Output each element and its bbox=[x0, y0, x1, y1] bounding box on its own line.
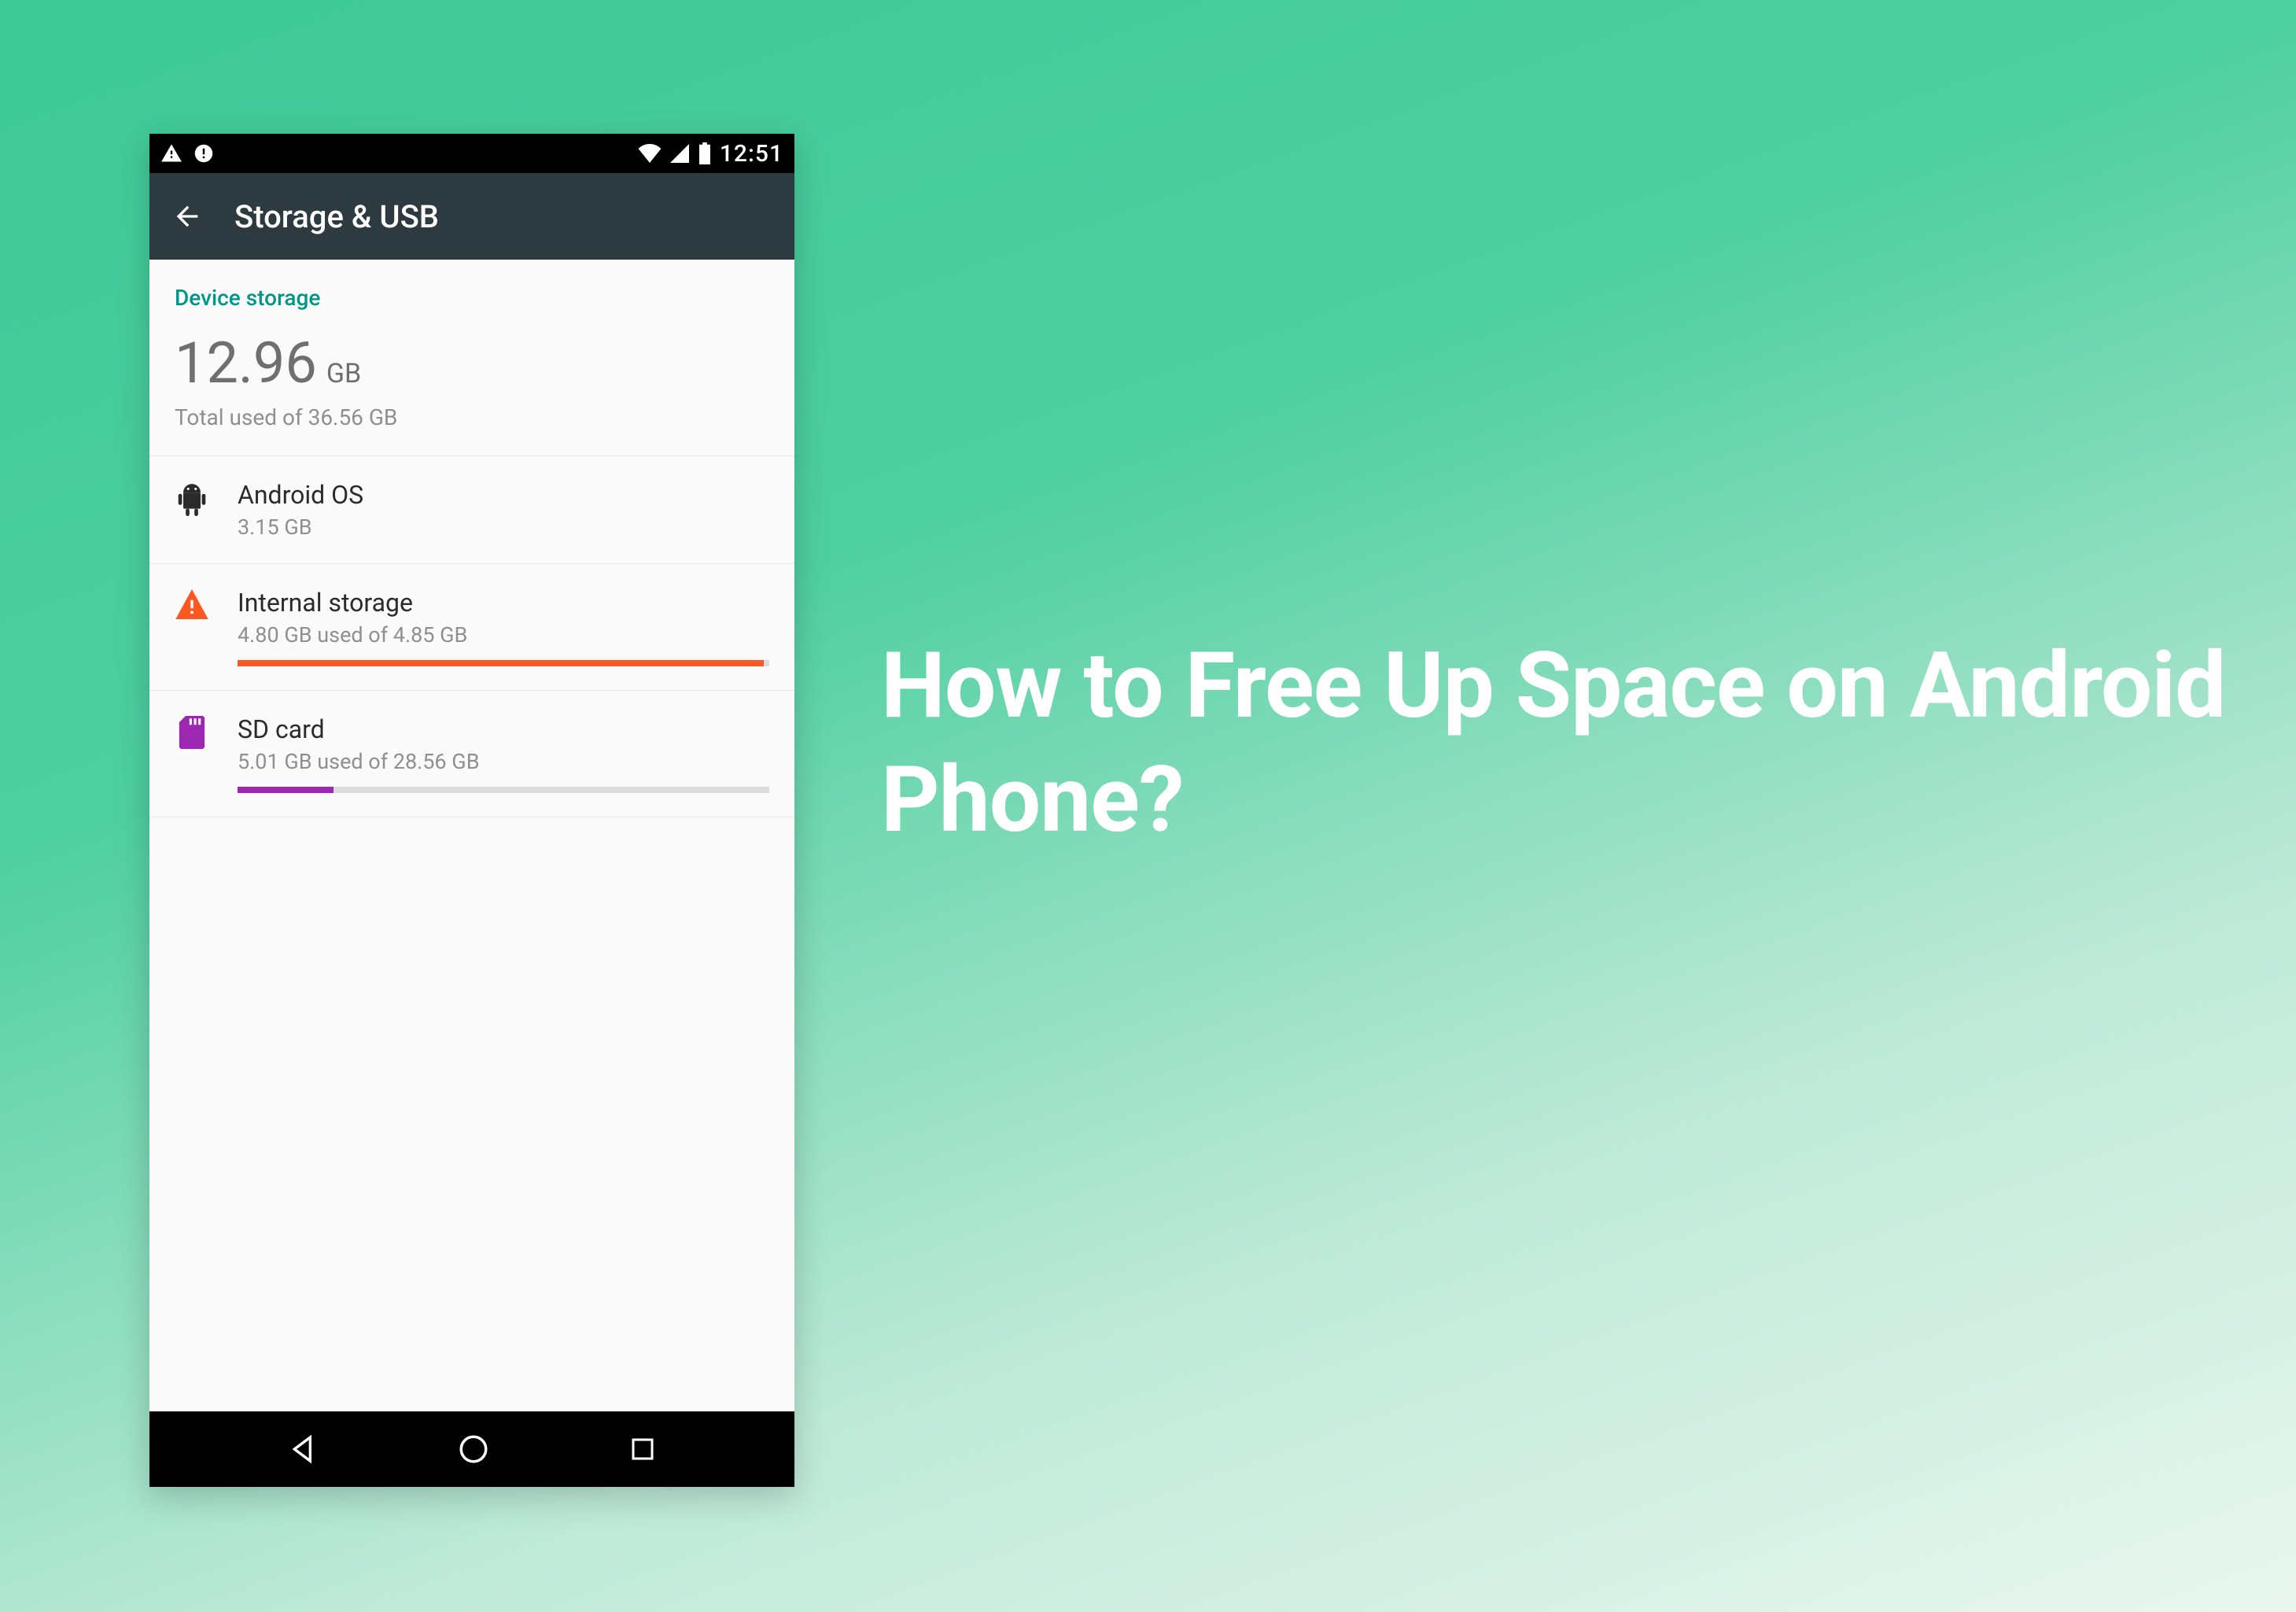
clock-text: 12:51 bbox=[720, 140, 783, 168]
nav-home-icon[interactable] bbox=[457, 1433, 490, 1466]
section-label: Device storage bbox=[149, 260, 794, 311]
nav-recent-icon[interactable] bbox=[628, 1435, 657, 1463]
app-bar-title: Storage & USB bbox=[234, 198, 439, 235]
phone-frame: 12:51 Storage & USB Device storage 12.96… bbox=[149, 134, 794, 1487]
nav-bar bbox=[149, 1411, 794, 1487]
progress-bar bbox=[238, 787, 769, 793]
row-title: Internal storage bbox=[238, 588, 769, 618]
warning-triangle-icon bbox=[175, 588, 209, 619]
row-title: Android OS bbox=[238, 480, 769, 510]
page-headline: How to Free Up Space on Android Phone? bbox=[881, 629, 2296, 858]
row-subtitle: 4.80 GB used of 4.85 GB bbox=[238, 622, 769, 647]
status-bar: 12:51 bbox=[149, 134, 794, 173]
row-subtitle: 3.15 GB bbox=[238, 515, 769, 540]
progress-bar bbox=[238, 660, 769, 666]
android-icon bbox=[175, 480, 209, 516]
summary-subtitle: Total used of 36.56 GB bbox=[175, 404, 769, 430]
back-arrow-icon[interactable] bbox=[171, 201, 203, 232]
row-android-os[interactable]: Android OS 3.15 GB bbox=[149, 456, 794, 564]
storage-summary-row[interactable]: 12.96 GB Total used of 36.56 GB bbox=[149, 311, 794, 456]
nav-back-icon[interactable] bbox=[288, 1433, 319, 1465]
app-bar: Storage & USB bbox=[149, 173, 794, 260]
cell-signal-icon bbox=[669, 144, 690, 163]
row-sd-card[interactable]: SD card 5.01 GB used of 28.56 GB bbox=[149, 691, 794, 817]
sd-card-icon bbox=[175, 714, 209, 749]
row-title: SD card bbox=[238, 714, 769, 744]
wifi-icon bbox=[638, 144, 662, 163]
warning-icon bbox=[160, 142, 182, 164]
progress-fill bbox=[238, 660, 764, 666]
row-internal-storage[interactable]: Internal storage 4.80 GB used of 4.85 GB bbox=[149, 564, 794, 691]
row-subtitle: 5.01 GB used of 28.56 GB bbox=[238, 749, 769, 774]
summary-value: 12.96 bbox=[175, 330, 317, 397]
battery-icon bbox=[698, 142, 712, 164]
content-area: Device storage 12.96 GB Total used of 36… bbox=[149, 260, 794, 1411]
summary-unit: GB bbox=[326, 358, 361, 389]
sync-problem-icon bbox=[192, 142, 216, 165]
progress-fill bbox=[238, 787, 334, 793]
